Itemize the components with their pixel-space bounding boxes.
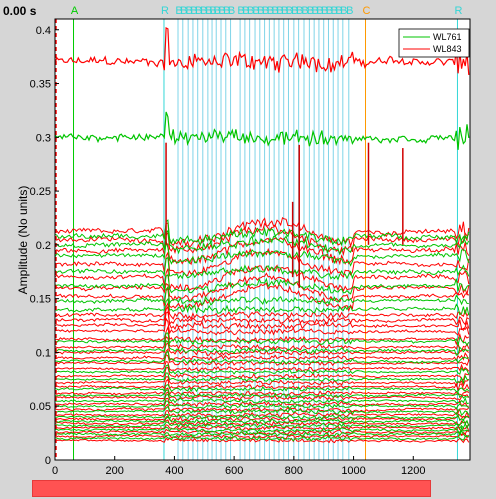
y-tick-label: 0.2 [36, 240, 51, 252]
x-tick-label: 600 [225, 465, 243, 477]
x-tick-label: 1200 [401, 465, 425, 477]
legend: WL761 WL843 [398, 28, 470, 58]
y-tick-label: 0.35 [30, 79, 51, 91]
event-label-B: B [346, 5, 353, 17]
x-tick-label: 1000 [341, 465, 365, 477]
y-tick-label: 0.05 [30, 401, 51, 413]
legend-label-wl761: WL761 [433, 32, 462, 42]
marker-labels: A R BBBBBBBBBBBB BBBBBBBBBBBBBBBBBBBBBBB C R [71, 5, 463, 17]
event-label-R: R [161, 5, 169, 17]
y-tick-label: 0.15 [30, 294, 51, 306]
legend-label-wl843: WL843 [433, 44, 462, 54]
x-tick-label: 800 [285, 465, 303, 477]
y-tick-label: 0.1 [36, 347, 51, 359]
time-scrollbar[interactable] [32, 480, 431, 497]
event-label-R: R [454, 5, 462, 17]
y-tick-label: 0.4 [36, 25, 51, 37]
y-tick-label: 0.25 [30, 186, 51, 198]
x-tick-label: 400 [165, 465, 183, 477]
y-tick-label: 0 [45, 455, 51, 467]
event-label-B: B [228, 5, 235, 17]
y-tick-label: 0.3 [36, 132, 51, 144]
event-label-C: C [363, 5, 371, 17]
y-axis-label: Amplitude (No units) [16, 186, 30, 295]
x-tick-label: 0 [52, 465, 58, 477]
event-label-A: A [71, 5, 79, 17]
x-tick-label: 200 [106, 465, 124, 477]
amplitude-chart[interactable]: A R BBBBBBBBBBBB BBBBBBBBBBBBBBBBBBBBBBB C R … [0, 0, 496, 478]
